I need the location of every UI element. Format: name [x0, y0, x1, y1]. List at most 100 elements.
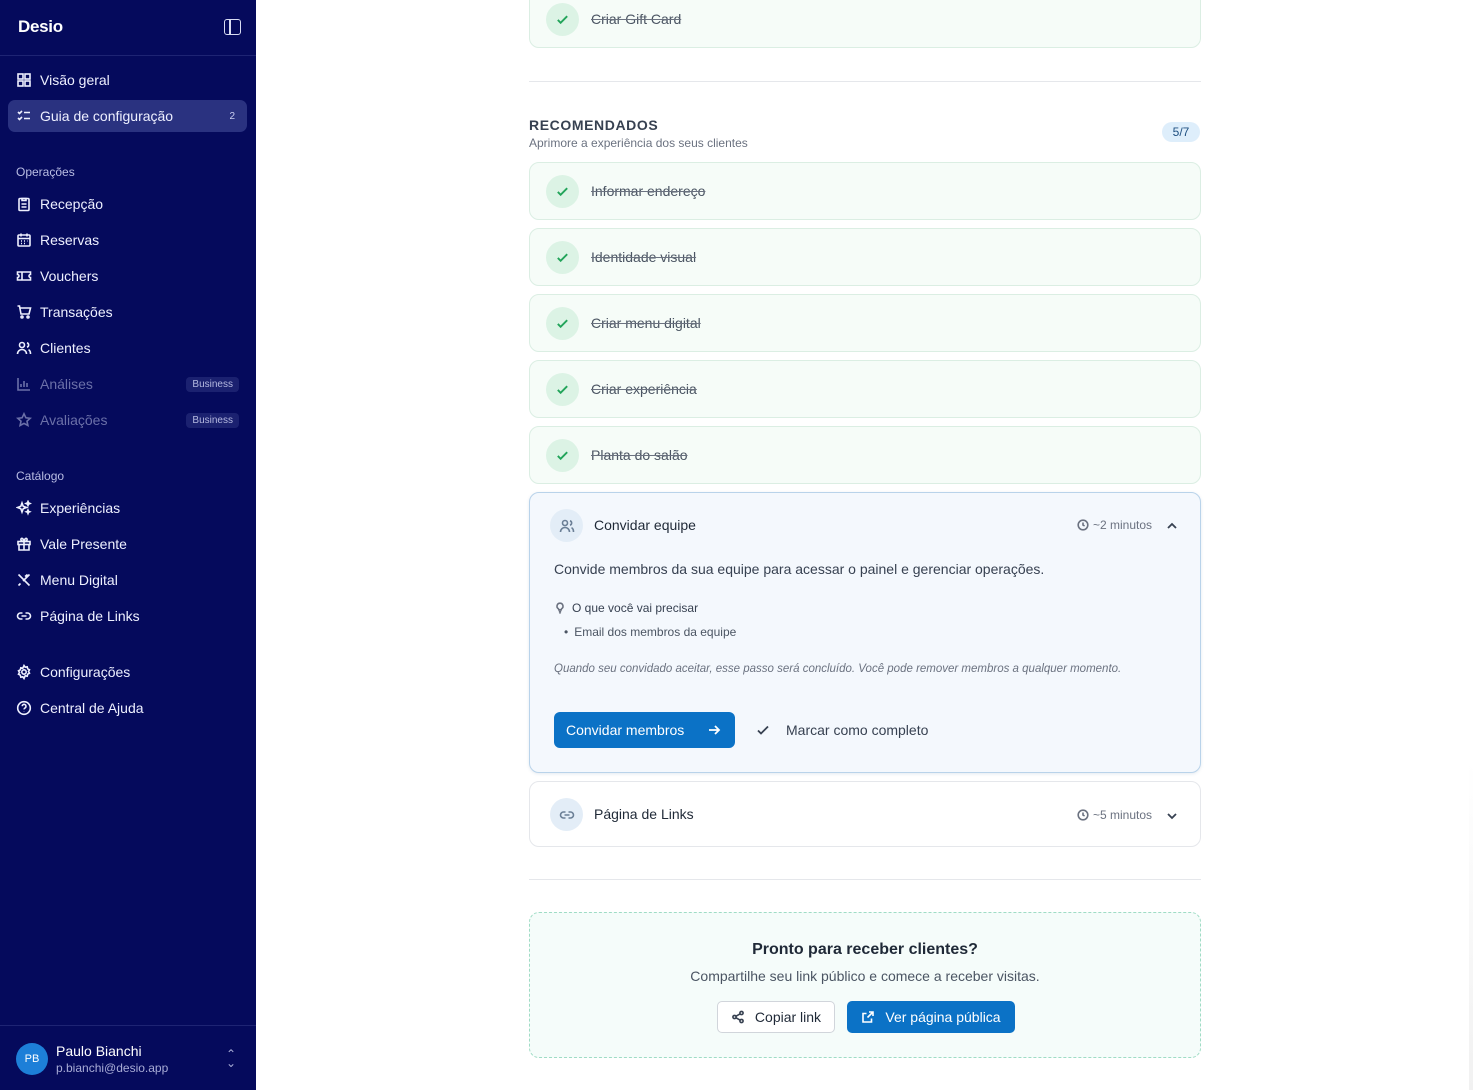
chart-icon — [16, 376, 32, 392]
window-edge — [1469, 760, 1473, 1090]
step-card-convidar-equipe: Convidar equipe ~2 minutos Convide membr… — [529, 492, 1201, 773]
arrow-right-icon — [709, 725, 721, 735]
section-label-catalogo: Catálogo — [16, 469, 65, 483]
step-description: Convide membros da sua equipe para acess… — [554, 561, 1045, 577]
share-cta-panel: Pronto para receber clientes? Compartilh… — [529, 912, 1201, 1058]
time-estimate-text: ~5 minutos — [1093, 808, 1153, 822]
step-title: Criar Gift Card — [591, 11, 682, 27]
checklist-icon — [16, 108, 32, 124]
sidebar-item-visao-geral[interactable]: Visão geral — [8, 64, 247, 96]
sidebar-item-label: Guia de configuração — [40, 108, 174, 124]
progress-count-badge: 5/7 — [1162, 122, 1200, 142]
sidebar-item-analises[interactable]: Análises Business — [8, 368, 247, 400]
section-title: RECOMENDADOS — [529, 117, 659, 133]
chevron-up-icon[interactable] — [1166, 519, 1178, 531]
external-link-icon — [862, 1011, 875, 1023]
sidebar-item-transacoes[interactable]: Transações — [8, 296, 247, 328]
step-title: Criar experiência — [591, 381, 697, 397]
step-title[interactable]: Convidar equipe — [594, 517, 696, 533]
requirement-item: Email dos membros da equipe — [564, 625, 736, 639]
mark-complete-button[interactable]: Marcar como completo — [756, 712, 928, 748]
share-icon — [732, 1010, 744, 1024]
calendar-icon — [16, 232, 32, 248]
cta-title: Pronto para receber clientes? — [752, 941, 978, 958]
sidebar-item-configuracoes[interactable]: Configurações — [8, 656, 247, 688]
clipboard-icon — [16, 196, 32, 212]
clock-icon — [1077, 519, 1089, 531]
sidebar-item-experiencias[interactable]: Experiências — [8, 492, 247, 524]
step-title: Informar endereço — [591, 183, 706, 199]
sidebar-toggle-icon[interactable] — [224, 19, 241, 35]
lightbulb-icon — [556, 602, 564, 614]
sidebar-item-label: Análises — [40, 376, 93, 392]
sidebar-item-vouchers[interactable]: Vouchers — [8, 260, 247, 292]
sidebar-item-reservas[interactable]: Reservas — [8, 224, 247, 256]
business-badge: Business — [186, 376, 239, 392]
users-icon — [550, 509, 583, 542]
sidebar-item-label: Página de Links — [40, 608, 140, 624]
step-card-criar-menu-digital[interactable]: Criar menu digital — [529, 294, 1201, 352]
step-card-identidade-visual[interactable]: Identidade visual — [529, 228, 1201, 286]
sidebar-item-label: Recepção — [40, 196, 104, 212]
sidebar-item-label: Configurações — [40, 664, 131, 680]
chevron-updown-icon[interactable]: ⌃ ⌄ — [224, 1048, 238, 1069]
gift-icon — [16, 536, 32, 552]
sidebar-item-label: Visão geral — [40, 72, 110, 88]
copy-link-button[interactable]: Copiar link — [717, 1001, 835, 1033]
chevron-down-icon[interactable] — [1166, 809, 1178, 821]
check-icon — [546, 175, 579, 208]
invite-members-button[interactable]: Convidar membros — [554, 712, 735, 748]
sidebar-item-label: Vouchers — [40, 268, 99, 284]
divider — [529, 879, 1201, 880]
sidebar-item-guia-configuracao[interactable]: Guia de configuração 2 — [8, 100, 247, 132]
sparkles-icon — [16, 500, 32, 516]
step-card-criar-experiencia[interactable]: Criar experiência — [529, 360, 1201, 418]
sidebar-item-label: Clientes — [40, 340, 91, 356]
check-icon — [546, 373, 579, 406]
check-icon — [546, 307, 579, 340]
step-card-informar-endereco[interactable]: Informar endereço — [529, 162, 1201, 220]
sidebar-item-avaliacoes[interactable]: Avaliações Business — [8, 404, 247, 436]
time-estimate-text: ~2 minutos — [1093, 518, 1153, 532]
section-subtitle: Aprimore a experiência dos seus clientes — [529, 136, 748, 150]
step-card-criar-gift-card[interactable]: Criar Gift Card — [529, 0, 1201, 48]
sidebar-item-vale-presente[interactable]: Vale Presente — [8, 528, 247, 560]
sidebar-item-menu-digital[interactable]: Menu Digital — [8, 564, 247, 596]
user-email: p.bianchi@desio.app — [56, 1061, 169, 1075]
time-estimate: ~5 minutos — [1077, 808, 1152, 822]
check-icon — [757, 725, 769, 735]
step-title: Criar menu digital — [591, 315, 701, 331]
users-icon — [16, 340, 32, 356]
sidebar-item-central-ajuda[interactable]: Central de Ajuda — [8, 692, 247, 724]
sidebar-item-label: Menu Digital — [40, 572, 118, 588]
cart-icon — [16, 304, 32, 320]
step-card-planta-salao[interactable]: Planta do salão — [529, 426, 1201, 484]
view-public-page-button[interactable]: Ver página pública — [847, 1001, 1015, 1033]
step-title: Identidade visual — [591, 249, 697, 265]
section-label-operacoes: Operações — [16, 165, 75, 179]
sidebar: Desio Visão geral Guia de configuração 2… — [0, 0, 256, 1090]
user-menu[interactable]: PB Paulo Bianchi p.bianchi@desio.app ⌃ ⌄ — [0, 1025, 256, 1090]
clock-icon — [1077, 809, 1089, 821]
step-note: Quando seu convidado aceitar, esse passo… — [554, 663, 1122, 675]
divider — [529, 81, 1201, 82]
brand-logo[interactable]: Desio — [18, 17, 63, 37]
utensils-icon — [16, 572, 32, 588]
sidebar-item-label: Transações — [40, 304, 113, 320]
requirements-label: O que você vai precisar — [554, 601, 698, 615]
sidebar-item-clientes[interactable]: Clientes — [8, 332, 247, 364]
step-title: Planta do salão — [591, 447, 688, 463]
check-icon — [546, 439, 579, 472]
check-icon — [546, 3, 579, 36]
help-icon — [16, 700, 32, 716]
sidebar-item-recepcao[interactable]: Recepção — [8, 188, 247, 220]
sidebar-item-label: Vale Presente — [40, 536, 127, 552]
link-icon — [550, 798, 583, 831]
sidebar-item-label: Avaliações — [40, 412, 108, 428]
step-card-pagina-links[interactable]: Página de Links ~5 minutos — [529, 781, 1201, 847]
sidebar-item-label: Central de Ajuda — [40, 700, 144, 716]
star-icon — [16, 412, 32, 428]
sidebar-item-pagina-links[interactable]: Página de Links — [8, 600, 247, 632]
step-title: Página de Links — [594, 806, 694, 822]
cta-subtitle: Compartilhe seu link público e comece a … — [690, 968, 1040, 984]
